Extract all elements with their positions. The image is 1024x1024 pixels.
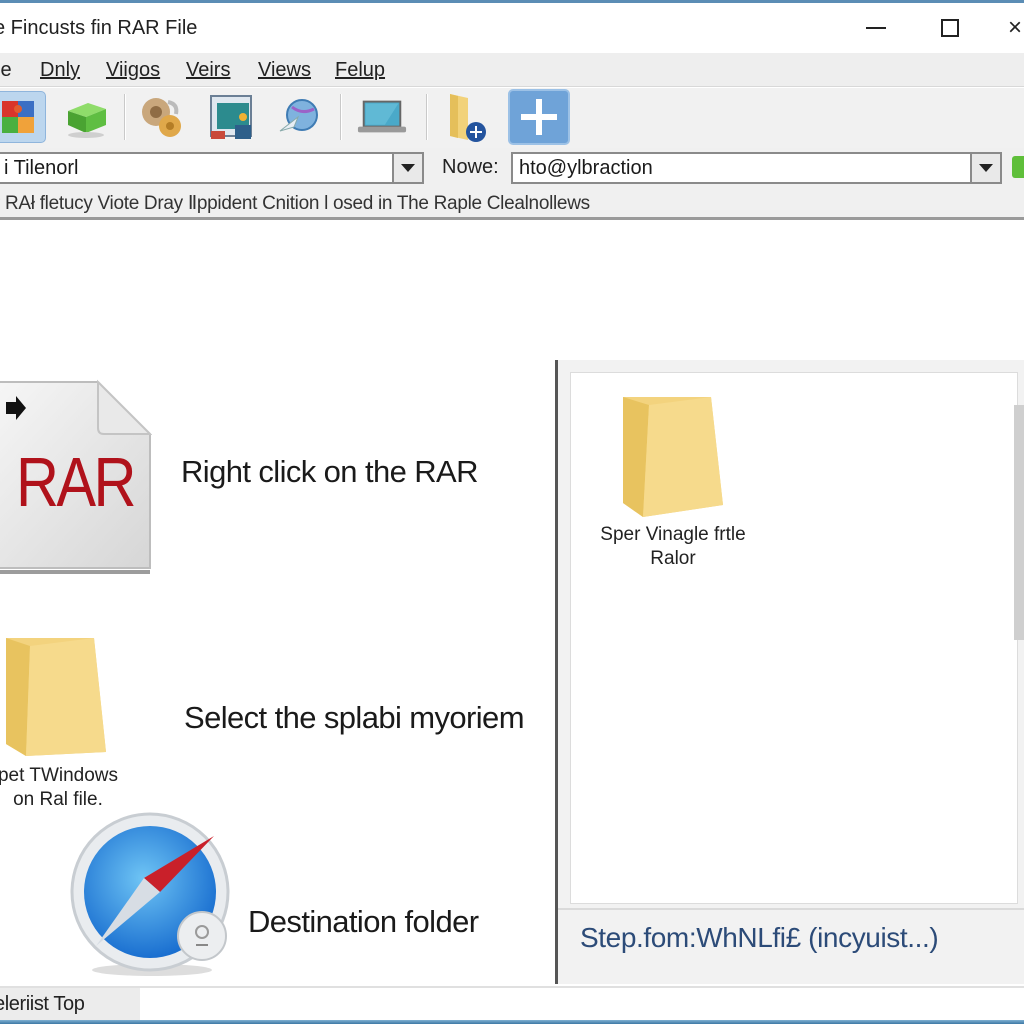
status-text: eleriist Top <box>0 993 85 1015</box>
vertical-scrollbar-thumb[interactable] <box>1014 405 1024 640</box>
path-dropdown-button[interactable] <box>392 152 424 184</box>
chevron-down-icon <box>979 164 993 172</box>
status-bar: eleriist Top <box>0 986 1024 1020</box>
folder-icon[interactable] <box>0 634 110 758</box>
toolbar-button-new-folder[interactable] <box>440 91 492 143</box>
folder-list[interactable]: Sper Vinagle frtle Ralor <box>570 372 1018 904</box>
colorful-puzzle-icon <box>2 101 34 133</box>
destination-folder-caption: Sper Vinagle frtle Ralor <box>587 523 759 571</box>
toolbar <box>0 88 1024 148</box>
presentation-board-icon <box>210 95 252 139</box>
name-dropdown-button[interactable] <box>970 152 1002 184</box>
close-button[interactable]: × <box>1008 13 1024 43</box>
step-2-text: Select the splabi myoriem <box>184 700 525 735</box>
plus-icon <box>521 99 557 135</box>
toolbar-button-test[interactable] <box>136 91 188 143</box>
settings-gears-icon <box>142 98 181 137</box>
content-area: RAR Right click on the RAR pet TWindows … <box>0 220 1024 986</box>
info-bar: r RAł fletucy Viote Dray Ⅱppident Cnitio… <box>0 188 1024 220</box>
step-3-text: Destination folder <box>248 904 479 939</box>
folder-caption-line: Ralor <box>650 548 696 569</box>
toolbar-button-add[interactable] <box>0 91 46 143</box>
name-combobox[interactable]: hto@ylbraction <box>511 152 971 184</box>
rar-file-icon[interactable]: RAR <box>0 378 153 574</box>
status-segment: eleriist Top <box>0 988 140 1020</box>
toolbar-button-wizard[interactable] <box>275 91 327 143</box>
menu-label: le <box>0 59 12 81</box>
menu-veirs[interactable]: Veirs <box>186 59 230 82</box>
maximize-icon <box>941 19 959 37</box>
folder-add-icon <box>450 94 486 142</box>
menu-label: Dnly <box>40 59 81 81</box>
menu-label: Felup <box>335 59 386 81</box>
address-row: i Tilenorl Nowe: hto@ylbraction <box>0 148 1024 188</box>
rar-label: RAR <box>16 443 137 521</box>
instructions-panel: RAR Right click on the RAR pet TWindows … <box>0 220 555 986</box>
folder-caption-line: Sper Vinagle frtle <box>600 524 746 545</box>
green-box-icon <box>68 103 106 138</box>
menu-label: Viigos <box>106 59 161 81</box>
menu-file[interactable]: le <box>0 59 12 82</box>
toolbar-separator <box>124 94 126 140</box>
step-1-text: Right click on the RAR <box>181 454 479 489</box>
menu-dnly[interactable]: Dnly <box>40 59 80 82</box>
folder-caption-line: pet TWindows <box>0 765 119 786</box>
compass-icon[interactable] <box>66 810 238 982</box>
toolbar-separator <box>340 94 342 140</box>
toolbar-button-view[interactable] <box>205 91 257 143</box>
destination-folder-icon[interactable] <box>619 393 727 517</box>
menu-bar: le Dnly Viigos Veirs Views Felup <box>0 53 1024 87</box>
window-title: e Fincusts fin RAR File <box>0 17 198 39</box>
go-button[interactable] <box>1012 156 1024 178</box>
toolbar-button-add-new[interactable] <box>508 89 570 145</box>
minimize-icon <box>866 27 886 29</box>
menu-felup[interactable]: Felup <box>335 59 385 82</box>
folder-caption-line: on Ral file. <box>13 789 103 810</box>
toolbar-button-extract[interactable] <box>60 91 112 143</box>
menu-label: Veirs <box>186 59 231 81</box>
title-bar: e Fincusts fin RAR File × <box>0 3 1024 53</box>
folder-caption: pet TWindows on Ral file. <box>0 764 124 812</box>
destination-status-text: Step.fom:WhNLfi£ (incyuist...) <box>580 922 939 953</box>
destination-status: Step.fom:WhNLfi£ (incyuist...) <box>558 908 1024 982</box>
name-label: Nowe: <box>442 156 499 178</box>
menu-views[interactable]: Views <box>258 59 311 82</box>
destination-panel: Sper Vinagle frtle Ralor Step.fom:WhNLfi… <box>558 360 1024 984</box>
window-bottom-border <box>0 1020 1024 1024</box>
toolbar-separator <box>426 94 428 140</box>
maximize-button[interactable] <box>935 13 965 43</box>
laptop-icon <box>357 100 407 133</box>
menu-viigos[interactable]: Viigos <box>106 59 160 82</box>
menu-label: Views <box>258 59 311 81</box>
path-combobox[interactable]: i Tilenorl <box>0 152 394 184</box>
globe-arrow-icon <box>279 99 318 132</box>
info-text: r RAł fletucy Viote Dray Ⅱppident Cnitio… <box>0 193 590 214</box>
minimize-button[interactable] <box>861 13 891 43</box>
chevron-down-icon <box>401 164 415 172</box>
close-icon: × <box>1008 14 1023 41</box>
toolbar-button-info[interactable] <box>356 91 408 143</box>
